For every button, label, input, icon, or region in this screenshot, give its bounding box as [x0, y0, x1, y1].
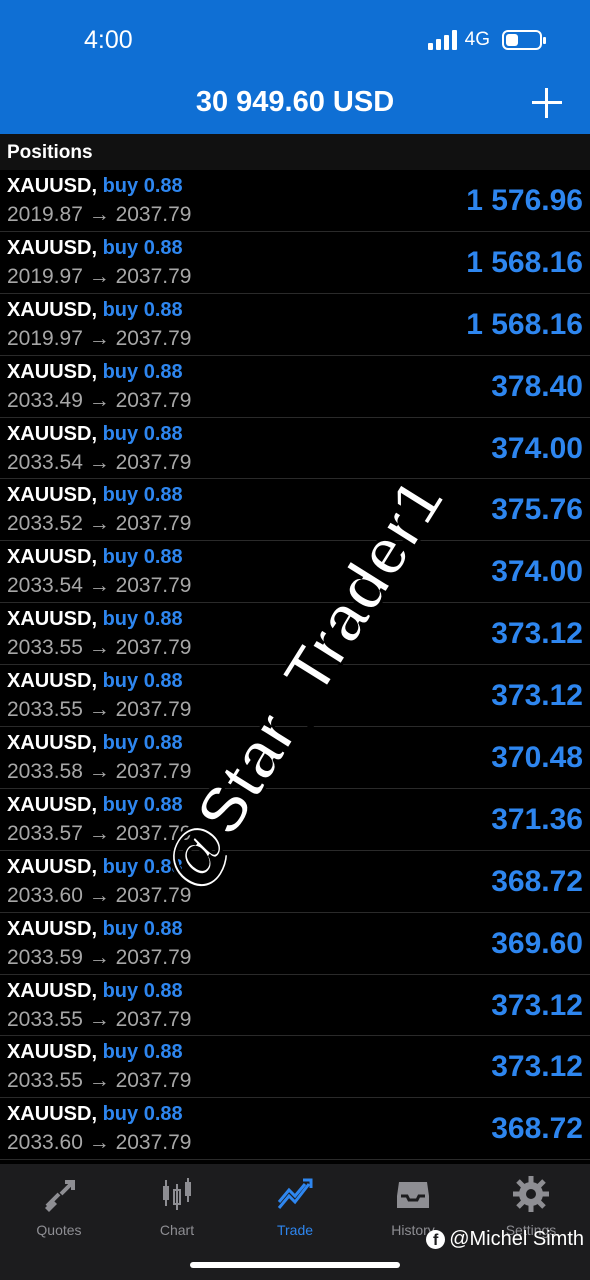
tab-label: Chart [159, 1222, 195, 1238]
position-profit: 1 568.16 [466, 307, 583, 341]
position-symbol: XAUUSD, buy 0.88 [7, 422, 183, 445]
position-row[interactable]: XAUUSD, buy 0.88 2033.57 → 2037.79 371.36 [0, 789, 590, 851]
position-prices: 2033.60 → 2037.79 [7, 1131, 192, 1155]
position-profit: 370.48 [491, 741, 583, 775]
position-prices: 2033.55 → 2037.79 [7, 1007, 192, 1031]
position-symbol: XAUUSD, buy 0.88 [7, 1041, 183, 1064]
position-profit: 368.72 [491, 864, 583, 898]
position-prices: 2033.54 → 2037.79 [7, 450, 192, 474]
position-profit: 369.60 [491, 926, 583, 960]
position-side: buy 0.88 [102, 484, 183, 507]
position-symbol: XAUUSD, buy 0.88 [7, 670, 183, 693]
position-side: buy 0.88 [102, 670, 183, 693]
position-side: buy 0.88 [102, 422, 183, 445]
position-prices: 2033.58 → 2037.79 [7, 760, 192, 784]
position-side: buy 0.88 [102, 917, 183, 940]
positions-header: Positions [0, 134, 590, 170]
status-time: 4:00 [84, 26, 133, 54]
position-side: buy 0.88 [102, 360, 183, 383]
position-symbol: XAUUSD, buy 0.88 [7, 732, 183, 755]
position-row[interactable]: XAUUSD, buy 0.88 2033.52 → 2037.79 375.76 [0, 479, 590, 542]
position-prices: 2033.60 → 2037.79 [7, 883, 192, 907]
section-title: Positions [7, 142, 93, 163]
position-prices: 2033.55 → 2037.79 [7, 636, 192, 660]
home-indicator [190, 1262, 400, 1268]
position-prices: 2033.55 → 2037.79 [7, 1069, 192, 1093]
position-side: buy 0.88 [102, 608, 183, 631]
position-side: buy 0.88 [102, 732, 183, 755]
position-prices: 2033.59 → 2037.79 [7, 945, 192, 969]
network-type: 4G [464, 29, 490, 50]
position-symbol: XAUUSD, buy 0.88 [7, 236, 183, 259]
position-prices: 2033.49 → 2037.79 [7, 388, 192, 412]
position-side: buy 0.88 [102, 1103, 183, 1126]
position-profit: 375.76 [491, 493, 583, 527]
credit-text: @Michel Simth [449, 1228, 584, 1250]
tab-label: Quotes [36, 1222, 82, 1238]
position-side: buy 0.88 [102, 298, 183, 321]
position-row[interactable]: XAUUSD, buy 0.88 2033.54 → 2037.79 374.00 [0, 541, 590, 604]
position-symbol: XAUUSD, buy 0.88 [7, 1103, 183, 1126]
position-side: buy 0.88 [102, 236, 183, 259]
signal-icon [427, 30, 457, 50]
quotes-icon [45, 1180, 75, 1212]
tab-trade[interactable]: Trade [236, 1164, 354, 1244]
position-profit: 374.00 [491, 431, 583, 465]
chart-icon [163, 1178, 191, 1210]
position-row[interactable]: XAUUSD, buy 0.88 2033.49 → 2037.79 378.40 [0, 356, 590, 418]
position-row[interactable]: XAUUSD, buy 0.88 2019.87 → 2037.79 1 576.9… [0, 170, 590, 232]
position-prices: 2019.97 → 2037.79 [7, 326, 192, 350]
tab-quotes[interactable]: Quotes [0, 1164, 118, 1244]
history-icon [397, 1182, 429, 1208]
position-profit: 373.12 [491, 679, 583, 713]
position-symbol: XAUUSD, buy 0.88 [7, 793, 183, 816]
position-profit: 378.40 [491, 369, 583, 403]
position-side: buy 0.88 [102, 793, 183, 816]
position-row[interactable]: XAUUSD, buy 0.88 2033.59 → 2037.79 369.60 [0, 913, 590, 975]
position-profit: 368.72 [491, 1112, 583, 1146]
position-profit: 373.12 [491, 988, 583, 1022]
status-indicators: 4G [427, 29, 546, 51]
position-profit: 373.12 [491, 1050, 583, 1084]
position-row[interactable]: XAUUSD, buy 0.88 2033.54 → 2037.79 374.00 [0, 418, 590, 480]
position-side: buy 0.88 [102, 1041, 183, 1064]
position-prices: 2033.54 → 2037.79 [7, 574, 192, 598]
position-symbol: XAUUSD, buy 0.88 [7, 175, 183, 197]
position-row[interactable]: XAUUSD, buy 0.88 2033.55 → 2037.79 373.12 [0, 1036, 590, 1099]
position-profit: 374.00 [491, 555, 583, 589]
position-prices: 2033.52 → 2037.79 [7, 512, 192, 536]
position-profit: 1 568.16 [466, 245, 583, 279]
position-profit: 1 576.96 [466, 184, 583, 217]
position-symbol: XAUUSD, buy 0.88 [7, 298, 183, 321]
position-side: buy 0.88 [102, 175, 183, 197]
position-symbol: XAUUSD, buy 0.88 [7, 917, 183, 940]
position-profit: 371.36 [491, 802, 583, 836]
app-header: 4:00 4G 30 949.60 USD [0, 0, 590, 134]
battery-icon [502, 30, 546, 50]
position-prices: 2019.87 → 2037.79 [7, 203, 192, 226]
add-order-icon[interactable] [532, 88, 562, 118]
position-symbol: XAUUSD, buy 0.88 [7, 546, 183, 569]
facebook-icon: f [426, 1230, 446, 1249]
position-row[interactable]: XAUUSD, buy 0.88 2033.60 → 2037.79 368.72 [0, 851, 590, 913]
position-side: buy 0.88 [102, 546, 183, 569]
position-profit: 373.12 [491, 617, 583, 651]
position-symbol: XAUUSD, buy 0.88 [7, 360, 183, 383]
account-balance: 30 949.60 USD [195, 86, 395, 118]
position-prices: 2033.55 → 2037.79 [7, 698, 192, 722]
position-row[interactable]: XAUUSD, buy 0.88 2019.97 → 2037.79 1 568.1… [0, 294, 590, 356]
position-symbol: XAUUSD, buy 0.88 [7, 979, 183, 1002]
settings-icon [513, 1176, 549, 1212]
position-side: buy 0.88 [102, 979, 183, 1002]
position-symbol: XAUUSD, buy 0.88 [7, 484, 183, 507]
position-symbol: XAUUSD, buy 0.88 [7, 608, 183, 631]
position-prices: 2019.97 → 2037.79 [7, 264, 192, 288]
tab-chart[interactable]: Chart [118, 1164, 236, 1244]
position-row[interactable]: XAUUSD, buy 0.88 2019.97 → 2037.79 1 568.1… [0, 232, 590, 294]
trade-icon [277, 1178, 313, 1209]
position-row[interactable]: XAUUSD, buy 0.88 2033.55 → 2037.79 373.12 [0, 975, 590, 1037]
tab-label: Trade [276, 1222, 314, 1238]
credit: f @Michel Simth [426, 1228, 584, 1251]
position-row[interactable]: XAUUSD, buy 0.88 2033.60 → 2037.79 368.72 [0, 1098, 590, 1161]
